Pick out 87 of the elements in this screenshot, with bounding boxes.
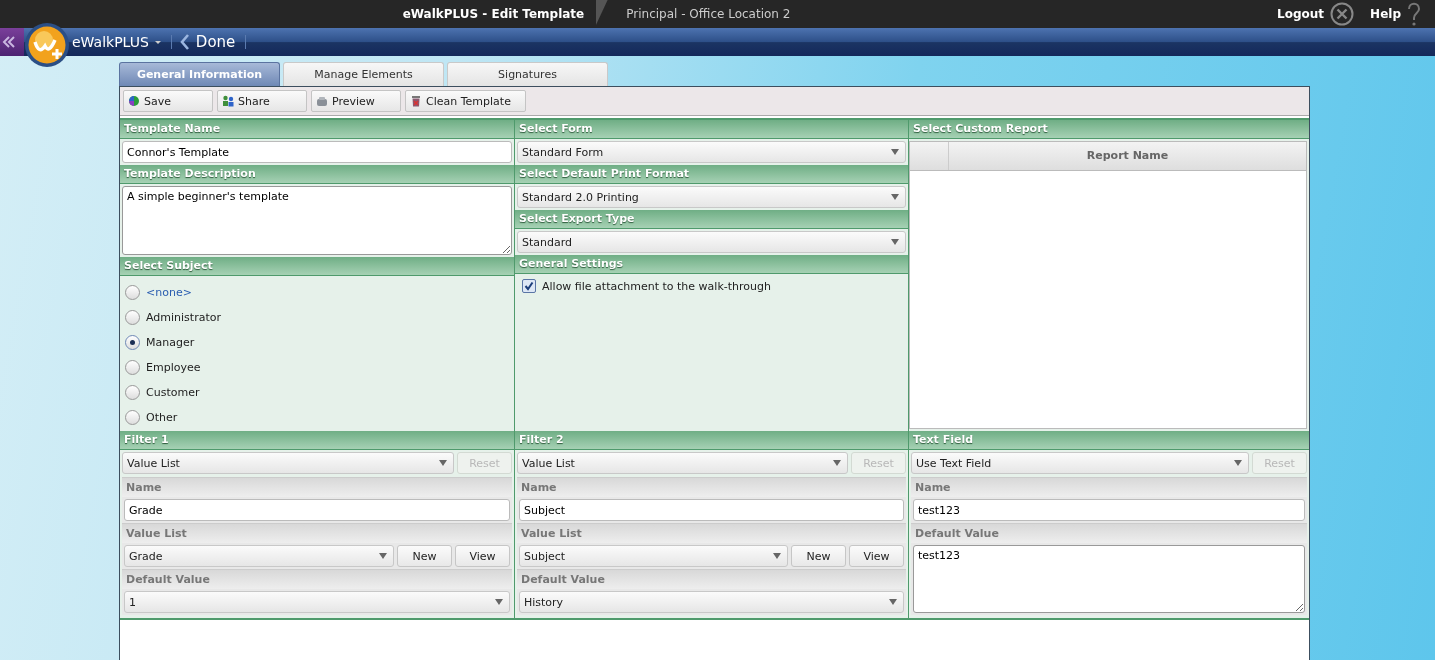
logo-icon	[24, 22, 70, 68]
dropdown[interactable]: Standard	[517, 231, 906, 253]
radio-button[interactable]	[125, 385, 140, 400]
option-link[interactable]: <none>	[146, 286, 192, 299]
dropdown[interactable]: Grade	[124, 545, 394, 567]
caret-icon	[439, 460, 447, 466]
done-button[interactable]: Done	[179, 33, 236, 51]
caret-icon	[379, 553, 387, 559]
caret-icon	[773, 553, 781, 559]
radio-button[interactable]	[125, 360, 140, 375]
window-title: eWalkPLUS - Edit Template	[402, 6, 586, 23]
section-header: Filter 2	[515, 431, 908, 450]
radio-button[interactable]	[125, 410, 140, 425]
caret-icon	[889, 599, 897, 605]
section-header: Template Name	[120, 120, 514, 139]
logout-link[interactable]: Logout	[1277, 7, 1325, 21]
toolbar-button[interactable]: Share	[217, 90, 307, 112]
text-field[interactable]: Grade	[124, 499, 510, 521]
dropdown[interactable]: 1	[124, 591, 510, 613]
section-header: Filter 1	[120, 431, 514, 450]
text-area[interactable]: test123	[913, 545, 1305, 613]
caret-icon	[891, 239, 899, 245]
section-header: Select Custom Report	[909, 120, 1309, 139]
caret-icon	[833, 460, 841, 466]
caret-icon	[891, 194, 899, 200]
location-label: Principal - Office Location 2	[626, 7, 791, 21]
field-label: Default Value	[911, 523, 1307, 543]
caret-icon	[1234, 460, 1242, 466]
checkmark-icon	[524, 281, 534, 291]
section-header: Select Subject	[120, 257, 514, 276]
text-field[interactable]: test123	[913, 499, 1305, 521]
option-label: Administrator	[146, 311, 221, 324]
text-area[interactable]: A simple beginner's template	[122, 186, 512, 255]
option-label: Manager	[146, 336, 195, 349]
trash-icon	[410, 95, 422, 107]
back-icon	[179, 34, 190, 50]
done-label: Done	[195, 33, 236, 51]
dropdown[interactable]: Subject	[519, 545, 788, 567]
field-label: Default Value	[517, 569, 906, 589]
option-label: Other	[146, 411, 178, 424]
caret-icon	[154, 40, 161, 44]
field-label: Value List	[122, 523, 512, 543]
radio-button[interactable]	[125, 335, 140, 350]
globe-icon	[128, 95, 140, 107]
section-header: Select Default Print Format	[515, 165, 908, 184]
section-header: Select Form	[515, 120, 908, 139]
checkbox[interactable]	[522, 279, 536, 293]
text-field[interactable]: Subject	[519, 499, 904, 521]
section-header: Template Description	[120, 165, 514, 184]
section-header: General Settings	[515, 255, 908, 274]
toolbar-button[interactable]: Preview	[311, 90, 401, 112]
dropdown[interactable]: Standard Form	[517, 141, 906, 163]
view-button[interactable]: View	[849, 545, 904, 567]
field-label: Name	[911, 477, 1307, 497]
dropdown[interactable]: Standard 2.0 Printing	[517, 186, 906, 208]
caret-icon	[891, 149, 899, 155]
radio-button[interactable]	[125, 285, 140, 300]
tab[interactable]: Signatures	[447, 62, 608, 86]
radio-button[interactable]	[125, 310, 140, 325]
column-header: Report Name	[1085, 148, 1170, 164]
option-label: Employee	[146, 361, 201, 374]
close-icon	[1330, 2, 1355, 26]
toolbar-button[interactable]: Save	[123, 90, 213, 112]
option-label: Customer	[146, 386, 200, 399]
tab[interactable]: Manage Elements	[283, 62, 444, 86]
help-link[interactable]: Help	[1370, 7, 1401, 21]
toolbar-button[interactable]: Clean Template	[405, 90, 526, 112]
caret-icon	[495, 599, 503, 605]
dropdown[interactable]: Value List	[122, 452, 454, 474]
dropdown[interactable]: Value List	[517, 452, 848, 474]
collapse-tab[interactable]	[0, 28, 24, 56]
field-label: Name	[517, 477, 906, 497]
section-header: Text Field	[909, 431, 1309, 450]
dropdown[interactable]: History	[519, 591, 904, 613]
section-header: Select Export Type	[515, 210, 908, 229]
double-chevron-icon	[2, 35, 16, 49]
view-button[interactable]: View	[455, 545, 510, 567]
new-button[interactable]: New	[397, 545, 452, 567]
field-label: Value List	[517, 523, 906, 543]
help-icon	[1407, 1, 1421, 27]
field-label: Default Value	[122, 569, 512, 589]
checkbox-label: Allow file attachment to the walk-through	[542, 279, 771, 293]
field-label: Name	[122, 477, 512, 497]
people-icon	[222, 95, 234, 107]
text-field[interactable]: Connor's Template	[122, 141, 512, 163]
dropdown[interactable]: Use Text Field	[911, 452, 1249, 474]
new-button[interactable]: New	[791, 545, 846, 567]
